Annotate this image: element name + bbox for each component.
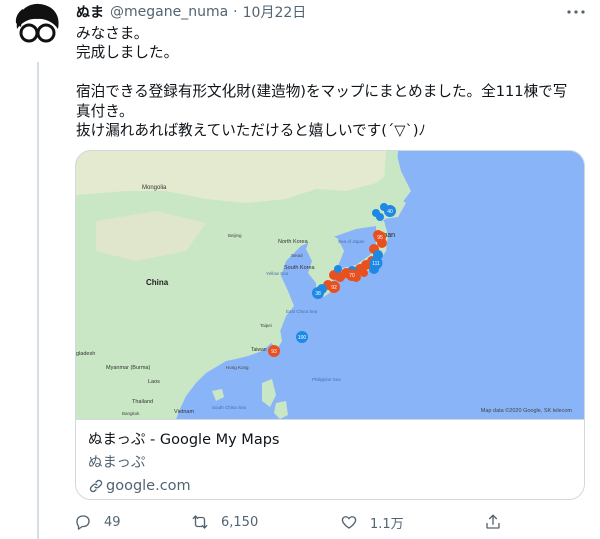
map-label-taipei: Taipei: [260, 323, 272, 328]
pin-kanto[interactable]: 111: [369, 256, 383, 270]
avatar[interactable]: [13, 3, 61, 51]
map-credit: Map data ©2020 Google, SK telecom: [480, 408, 572, 414]
tweet-text-line: 宿泊できる登録有形文化財(建造物)をマップにまとめました。全111棟で写: [76, 83, 568, 101]
pin-okinawa[interactable]: 100: [296, 331, 308, 343]
map-label-sea-of-japan: Sea of Japan: [338, 239, 365, 244]
tweet-text-line: 抜け漏れあれば教えていただけると嬉しいです(´▽`)ﾉ: [76, 122, 426, 140]
map-label-seoul: Seoul: [291, 253, 303, 258]
reply-button[interactable]: 49: [74, 510, 121, 534]
card-description: ぬまっぷ: [88, 455, 146, 471]
pin-kyushu[interactable]: 38: [312, 287, 324, 299]
tweet-text: みなさま。 完成しました。 宿泊できる登録有形文化財(建造物)をマップにまとめま…: [76, 24, 586, 140]
map-label-south-korea: South Korea: [284, 265, 316, 271]
share-icon: [486, 514, 500, 529]
tweet-header: ぬま @megane_numa · 10月22日: [76, 3, 306, 21]
card-domain[interactable]: google.com: [88, 476, 574, 496]
map-label-north-korea: North Korea: [278, 239, 309, 245]
more-options-icon[interactable]: [564, 4, 588, 20]
tweet-text-line: 完成しました。: [76, 44, 179, 62]
map-label-bangladesh: gladesh: [76, 351, 95, 357]
card-title[interactable]: ぬまっぷ - Google My Maps: [88, 430, 574, 450]
map-label-hong-kong: Hong Kong: [226, 365, 249, 370]
tweet-text-line: [76, 63, 586, 82]
reply-icon: [76, 515, 90, 530]
map-label-myanmar: Myanmar (Burma): [106, 365, 150, 371]
pin-hokkaido[interactable]: 40: [384, 205, 396, 217]
map-label-taiwan: Taiwan: [251, 347, 267, 353]
svg-text:70: 70: [349, 273, 355, 279]
user-handle[interactable]: @megane_numa: [110, 4, 228, 20]
pin-shikoku[interactable]: 92: [328, 281, 340, 293]
map-label-philippine-sea: Philippine Sea: [312, 377, 341, 382]
retweet-icon: [192, 515, 208, 529]
tweet-text-line: みなさま。: [76, 25, 149, 42]
tweet-date[interactable]: 10月22日: [243, 2, 307, 22]
svg-text:111: 111: [372, 261, 380, 267]
card-domain-label: google.com: [106, 478, 191, 494]
map-label-china: China: [146, 278, 169, 287]
pin-tohoku[interactable]: 95: [374, 231, 386, 243]
pin-taiwan[interactable]: 93: [268, 345, 280, 357]
display-name[interactable]: ぬま: [76, 2, 104, 22]
action-bar: 49 6,150 1.1万: [74, 510, 504, 534]
svg-text:100: 100: [298, 335, 307, 341]
map-label-vietnam: Vietnam: [174, 409, 194, 415]
map-label-beijing: Beijing: [228, 233, 242, 238]
glasses-avatar-icon: [13, 3, 61, 51]
map-label-thailand: Thailand: [132, 399, 153, 405]
link-card[interactable]: Mongolia China Beijing North Korea Sea o…: [75, 150, 585, 500]
map-image[interactable]: Mongolia China Beijing North Korea Sea o…: [76, 151, 584, 419]
tweet-text-line: 真付き。: [76, 102, 134, 120]
like-button[interactable]: 1.1万: [340, 510, 404, 534]
pin-kansai[interactable]: 70: [346, 269, 358, 281]
link-icon: [89, 479, 103, 493]
heart-icon: [341, 516, 357, 529]
svg-text:92: 92: [331, 285, 337, 291]
thread-line: [37, 62, 39, 539]
map-label-laos: Laos: [148, 379, 160, 385]
like-count: 1.1万: [370, 516, 404, 532]
retweet-count: 6,150: [221, 514, 259, 530]
retweet-button[interactable]: 6,150: [191, 510, 258, 534]
share-button[interactable]: [484, 510, 514, 534]
svg-text:95: 95: [377, 235, 383, 241]
map-label-mongolia: Mongolia: [142, 185, 167, 191]
separator-dot: ·: [233, 4, 238, 20]
map-label-east-china-sea: East China Sea: [286, 309, 318, 314]
svg-text:40: 40: [387, 209, 393, 215]
map-label-yellow-sea: Yellow Sea: [266, 271, 289, 276]
map-label-bangkok: Bangkok: [122, 411, 140, 416]
reply-count: 49: [104, 514, 121, 530]
map-label-south-china-sea: South China Sea: [212, 405, 247, 410]
svg-text:38: 38: [315, 291, 321, 297]
svg-text:93: 93: [271, 349, 277, 355]
card-info[interactable]: ぬまっぷ - Google My Maps ぬまっぷ google.com: [76, 419, 584, 499]
